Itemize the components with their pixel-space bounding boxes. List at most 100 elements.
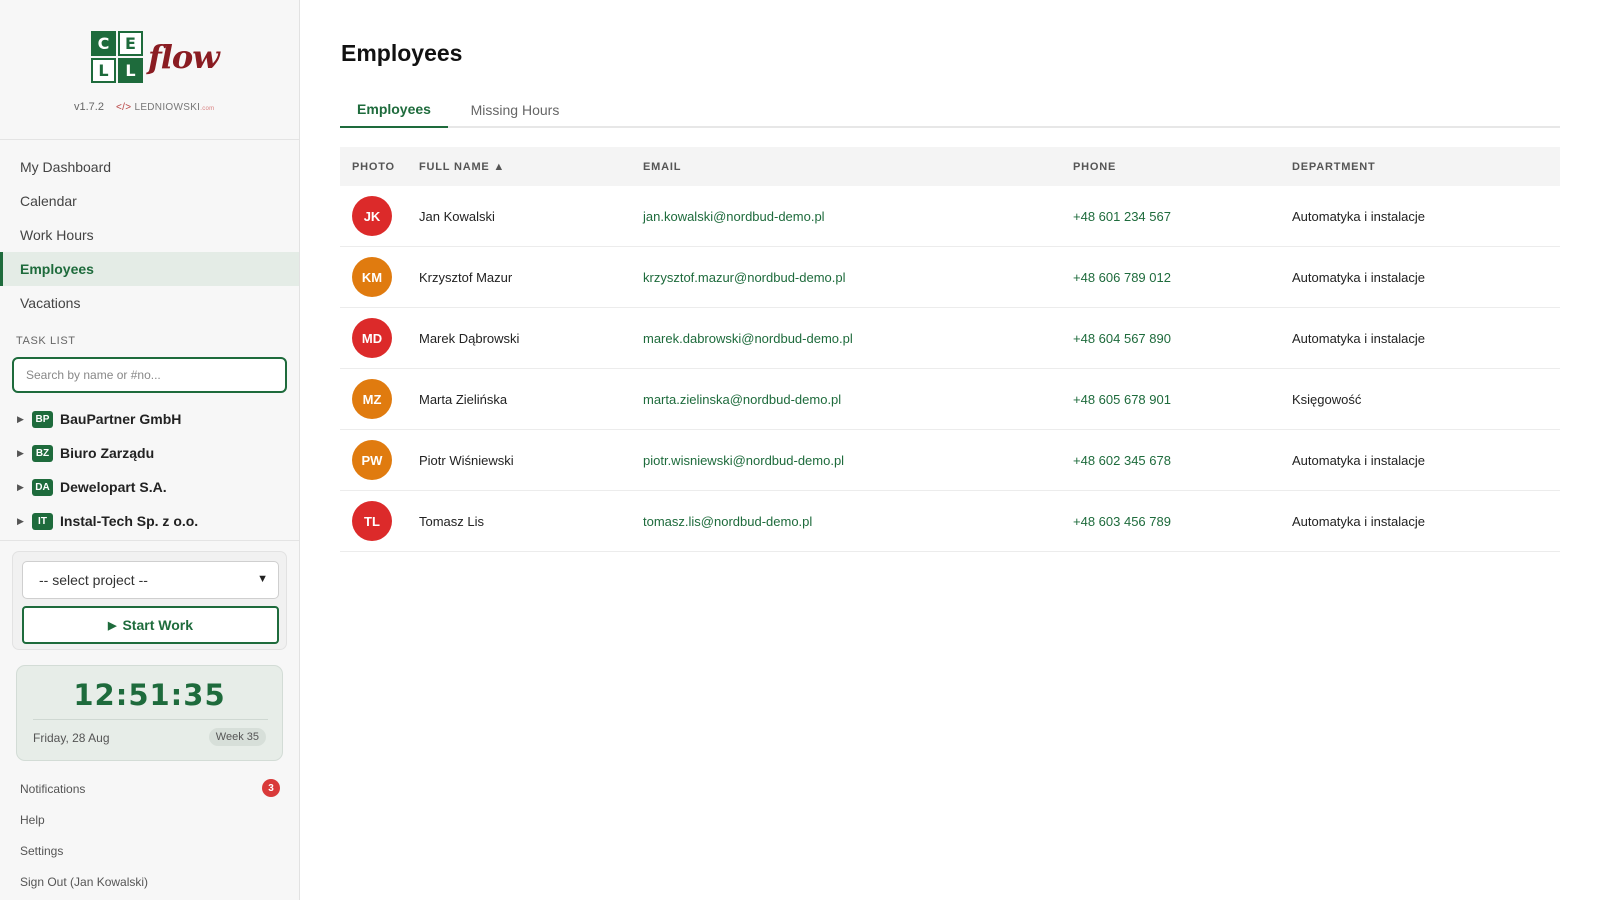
col-department[interactable]: DEPARTMENT xyxy=(1292,147,1376,186)
task-group[interactable]: ▶ IT Instal-Tech Sp. z o.o. xyxy=(0,504,299,538)
employees-table: PHOTO FULL NAME ▲ EMAIL PHONE DEPARTMENT… xyxy=(340,147,1560,552)
sidebar-divider xyxy=(0,540,299,541)
logo-letter: C xyxy=(91,31,116,56)
clock-widget: 12:51:35 Friday, 28 Aug Week 35 xyxy=(16,665,283,761)
maker-suffix: .com xyxy=(200,106,215,112)
employee-email-link[interactable]: piotr.wisniewski@nordbud-demo.pl xyxy=(643,430,844,490)
table-row[interactable]: MZ Marta Zielińska marta.zielinska@nordb… xyxy=(340,369,1560,430)
caret-right-icon[interactable]: ▶ xyxy=(17,414,32,425)
task-group-name: Dewelopart S.A. xyxy=(60,479,167,495)
employee-name: Marta Zielińska xyxy=(419,391,508,407)
avatar: MD xyxy=(352,318,392,358)
play-icon: ▶ xyxy=(107,619,117,632)
tab-employees[interactable]: Employees xyxy=(340,92,448,128)
caret-right-icon[interactable]: ▶ xyxy=(17,482,32,493)
settings-link[interactable]: Settings xyxy=(0,835,299,866)
col-email[interactable]: EMAIL xyxy=(643,147,681,186)
employee-phone-link[interactable]: +48 604 567 890 xyxy=(1073,308,1171,368)
employee-email-link[interactable]: jan.kowalski@nordbud-demo.pl xyxy=(643,186,825,246)
logo-wordmark: flow xyxy=(148,38,220,76)
employee-email-link[interactable]: krzysztof.mazur@nordbud-demo.pl xyxy=(643,247,846,307)
sidebar: C E L L flow v1.7.2 </> LEDNIOWSKI.com M… xyxy=(0,0,300,900)
help-link[interactable]: Help xyxy=(0,804,299,835)
client-code-badge: BP xyxy=(32,410,53,428)
start-work-label: Start Work xyxy=(122,617,193,633)
logo-letter: E xyxy=(118,31,143,56)
notification-count-badge: 3 xyxy=(262,779,280,797)
nav-item-vacations[interactable]: Vacations xyxy=(0,286,299,320)
employee-name: Piotr Wiśniewski xyxy=(419,452,514,468)
task-list-heading: TASK LIST xyxy=(16,335,76,347)
task-group[interactable]: ▶ DA Dewelopart S.A. xyxy=(0,470,299,504)
employee-phone-link[interactable]: +48 606 789 012 xyxy=(1073,247,1171,307)
table-row[interactable]: TL Tomasz Lis tomasz.lis@nordbud-demo.pl… xyxy=(340,491,1560,552)
col-photo: PHOTO xyxy=(352,160,395,173)
caret-right-icon[interactable]: ▶ xyxy=(17,448,32,459)
logo-letter: L xyxy=(91,58,116,83)
task-group-name: Instal-Tech Sp. z o.o. xyxy=(60,513,199,529)
page-title: Employees xyxy=(341,40,463,66)
employee-department: Automatyka i instalacje xyxy=(1292,513,1425,529)
avatar: TL xyxy=(352,501,392,541)
employee-department: Automatyka i instalacje xyxy=(1292,330,1425,346)
table-row[interactable]: KM Krzysztof Mazur krzysztof.mazur@nordb… xyxy=(340,247,1560,308)
task-search-input[interactable] xyxy=(14,359,285,391)
tab-bar: Employees Missing Hours xyxy=(340,92,1560,128)
app-version: v1.7.2 xyxy=(74,101,104,113)
employee-phone-link[interactable]: +48 601 234 567 xyxy=(1073,186,1171,246)
employee-name: Jan Kowalski xyxy=(419,208,495,224)
employee-email-link[interactable]: marta.zielinska@nordbud-demo.pl xyxy=(643,369,841,429)
code-icon: </> xyxy=(116,102,132,113)
employee-department: Księgowość xyxy=(1292,391,1362,407)
task-group[interactable]: ▶ BZ Biuro Zarządu xyxy=(0,436,299,470)
nav-item-work-hours[interactable]: Work Hours xyxy=(0,218,299,252)
clock-time: 12:51:35 xyxy=(73,678,226,712)
work-panel: -- select project -- ▼ ▶ Start Work xyxy=(12,551,287,650)
table-header: PHOTO FULL NAME ▲ EMAIL PHONE DEPARTMENT xyxy=(340,147,1560,186)
employee-phone-link[interactable]: +48 603 456 789 xyxy=(1073,491,1171,551)
sign-out-link[interactable]: Sign Out (Jan Kowalski) xyxy=(0,866,299,897)
notifications-link[interactable]: Notifications 3 xyxy=(0,773,299,804)
main-nav: My Dashboard Calendar Work Hours Employe… xyxy=(0,150,299,320)
logo-icon[interactable]: C E L L xyxy=(91,31,145,85)
maker-credit[interactable]: </> LEDNIOWSKI.com xyxy=(116,102,214,113)
client-code-badge: BZ xyxy=(32,444,53,462)
table-row[interactable]: MD Marek Dąbrowski marek.dabrowski@nordb… xyxy=(340,308,1560,369)
task-group-name: BauPartner GmbH xyxy=(60,411,182,427)
nav-item-calendar[interactable]: Calendar xyxy=(0,184,299,218)
week-badge: Week 35 xyxy=(208,728,266,746)
task-group-name: Biuro Zarządu xyxy=(60,445,155,461)
employee-department: Automatyka i instalacje xyxy=(1292,452,1425,468)
task-group[interactable]: ▶ BP BauPartner GmbH xyxy=(0,402,299,436)
employee-department: Automatyka i instalacje xyxy=(1292,269,1425,285)
employee-email-link[interactable]: marek.dabrowski@nordbud-demo.pl xyxy=(643,308,853,368)
project-select[interactable]: -- select project -- ▼ xyxy=(22,561,279,599)
main-content: Employees Employees Missing Hours PHOTO … xyxy=(340,0,1560,900)
col-phone[interactable]: PHONE xyxy=(1073,147,1116,186)
col-full-name-sort[interactable]: FULL NAME ▲ xyxy=(419,147,505,186)
client-code-badge: IT xyxy=(32,512,53,530)
project-select-value: -- select project -- xyxy=(39,572,148,588)
employee-name: Krzysztof Mazur xyxy=(419,269,513,285)
caret-right-icon[interactable]: ▶ xyxy=(17,516,32,527)
employee-department: Automatyka i instalacje xyxy=(1292,208,1425,224)
logo-letter: L xyxy=(118,58,143,83)
table-row[interactable]: JK Jan Kowalski jan.kowalski@nordbud-dem… xyxy=(340,186,1560,247)
employee-name: Tomasz Lis xyxy=(419,513,485,529)
tab-missing-hours[interactable]: Missing Hours xyxy=(456,92,574,128)
nav-item-dashboard[interactable]: My Dashboard xyxy=(0,150,299,184)
table-row[interactable]: PW Piotr Wiśniewski piotr.wisniewski@nor… xyxy=(340,430,1560,491)
employee-email-link[interactable]: tomasz.lis@nordbud-demo.pl xyxy=(643,491,812,551)
notifications-label: Notifications xyxy=(20,781,86,796)
start-work-button[interactable]: ▶ Start Work xyxy=(22,606,279,644)
task-search xyxy=(12,357,287,393)
logo-area: C E L L flow v1.7.2 </> LEDNIOWSKI.com xyxy=(0,0,299,140)
sidebar-footer: Notifications 3 Help Settings Sign Out (… xyxy=(0,773,299,897)
chevron-down-icon: ▼ xyxy=(257,573,268,585)
employee-name: Marek Dąbrowski xyxy=(419,330,520,346)
employee-phone-link[interactable]: +48 605 678 901 xyxy=(1073,369,1171,429)
nav-item-employees[interactable]: Employees xyxy=(0,252,299,286)
client-code-badge: DA xyxy=(32,478,53,496)
employee-phone-link[interactable]: +48 602 345 678 xyxy=(1073,430,1171,490)
avatar: PW xyxy=(352,440,392,480)
